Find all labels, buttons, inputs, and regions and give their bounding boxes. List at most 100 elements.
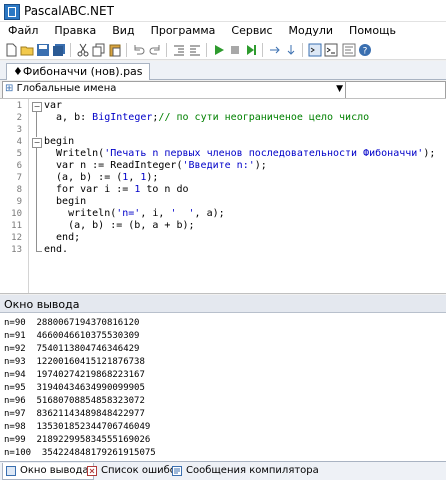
tab-compiler-messages[interactable]: Сообщения компилятора [169,463,323,479]
menu-edit[interactable]: Правка [46,22,104,40]
line-number: 3 [16,125,22,135]
menu-bar: Файл Правка Вид Программа Сервис Модули Помощь [0,22,446,40]
file-tab[interactable]: ♦Фибоначчи (нов).pas [6,63,150,81]
menu-modules[interactable]: Модули [281,22,342,40]
modified-marker-icon: ♦ [13,65,23,78]
step-over-icon[interactable] [268,43,282,57]
menu-help[interactable]: Помощь [341,22,404,40]
line-number: 9 [16,197,22,207]
run-icon[interactable] [212,43,226,57]
step-into-icon[interactable] [284,43,298,57]
line-number: 1 [16,101,22,111]
code-line: (a, b) := (b, a + b); [44,220,195,231]
line-number: 5 [16,149,22,159]
unindent-icon[interactable] [188,43,202,57]
open-folder-icon[interactable] [20,43,34,57]
output-line: n=100 354224848179261915075 [4,448,156,458]
output-line: n=93 12200160415121876738 [4,357,145,367]
compiler-messages-icon [172,466,182,476]
debug-run-icon[interactable] [244,43,258,57]
output-panel-title: Окно вывода [4,298,80,311]
code-line: for var i := 1 to n do [44,184,189,195]
output-line: n=91 4660046610375530309 [4,331,140,341]
line-number: 4 [16,137,22,147]
toolbar-separator [126,43,127,57]
output-line: n=99 218922995834555169026 [4,435,151,445]
output-panel-header: Окно вывода [0,295,446,313]
output-line: n=98 135301852344706746049 [4,422,151,432]
save-icon[interactable] [36,43,50,57]
toolbar-separator [262,43,263,57]
paste-icon[interactable] [108,43,122,57]
output-line: n=94 19740274219868223167 [4,370,145,380]
toolbar-separator [206,43,207,57]
code-line: end. [44,244,69,255]
format-code-icon[interactable] [342,43,356,57]
copy-icon[interactable] [92,43,106,57]
names-row: ⊞ Глобальные имена ▼ [0,80,446,99]
code-line: begin [44,196,87,207]
output-line: n=95 31940434634990099905 [4,383,145,393]
line-number: 6 [16,161,22,171]
fold-toggle-icon[interactable]: − [32,102,42,112]
toolbar-separator [166,43,167,57]
toolbar-separator [70,43,71,57]
menu-file[interactable]: Файл [0,22,46,40]
code-line: var n := ReadInteger('Введите n:'); [44,160,267,171]
global-names-value: Глобальные имена [16,83,117,94]
svg-text:?: ? [363,47,368,57]
fold-toggle-icon[interactable]: − [32,138,42,148]
toolbar-separator [302,43,303,57]
tab-compiler-messages-label: Сообщения компилятора [186,465,319,476]
window-title: PascalABC.NET [24,4,114,18]
menu-program[interactable]: Программа [143,22,224,40]
fold-guide [36,147,37,251]
output-panel[interactable]: n=90 2880067194370816120 n=91 4660046610… [0,313,446,461]
tab-output-window[interactable]: Окно вывода [2,463,94,480]
members-dropdown[interactable] [345,81,446,99]
redo-icon[interactable] [148,43,162,57]
new-file-icon[interactable] [4,43,18,57]
menu-service[interactable]: Сервис [223,22,280,40]
error-list-icon [87,466,97,476]
code-line: begin [44,136,75,147]
code-line: end; [44,232,81,243]
line-number: 2 [16,113,22,123]
line-number: 8 [16,185,22,195]
line-number: 13 [11,245,22,255]
line-number: 11 [11,221,22,231]
line-number: 12 [11,233,22,243]
toolbar: ? [0,40,446,60]
output-line: n=97 83621143489848422977 [4,409,145,419]
file-tab-label: Фибоначчи (нов).pas [22,65,143,78]
stop-icon[interactable] [228,43,242,57]
output-window-icon [6,466,16,476]
tree-icon: ⊞ [5,83,17,94]
fold-guide-end [36,251,42,252]
chevron-down-icon: ▼ [336,84,343,94]
cut-icon[interactable] [76,43,90,57]
output-window-icon[interactable] [308,43,322,57]
console-icon[interactable] [324,43,338,57]
help-icon[interactable]: ? [358,43,372,57]
tab-output-window-label: Окно вывода [20,465,89,476]
title-bar: PascalABC.NET [0,0,446,22]
indent-icon[interactable] [172,43,186,57]
line-number: 10 [11,209,22,219]
output-line: n=96 51680708854858323072 [4,396,145,406]
code-line: var [44,100,63,111]
code-editor[interactable]: 1 2 3 4 5 6 7 8 9 10 11 12 13 − − var a,… [0,98,446,294]
save-all-icon[interactable] [52,43,66,57]
code-line: writeln('n=', i, ' ', a); [44,208,225,219]
code-line: a, b: BigInteger;// по сути неограничено… [44,112,370,123]
global-names-dropdown[interactable]: ⊞ Глобальные имена ▼ [2,81,346,99]
output-line: n=92 7540113804746346429 [4,344,140,354]
fold-margin: − − [30,99,42,293]
undo-icon[interactable] [132,43,146,57]
menu-view[interactable]: Вид [104,22,142,40]
fold-guide [36,111,37,137]
output-line: n=90 2880067194370816120 [4,318,140,328]
app-icon [4,4,20,20]
code-line: (a, b) := (1, 1); [44,172,159,183]
line-number: 7 [16,173,22,183]
